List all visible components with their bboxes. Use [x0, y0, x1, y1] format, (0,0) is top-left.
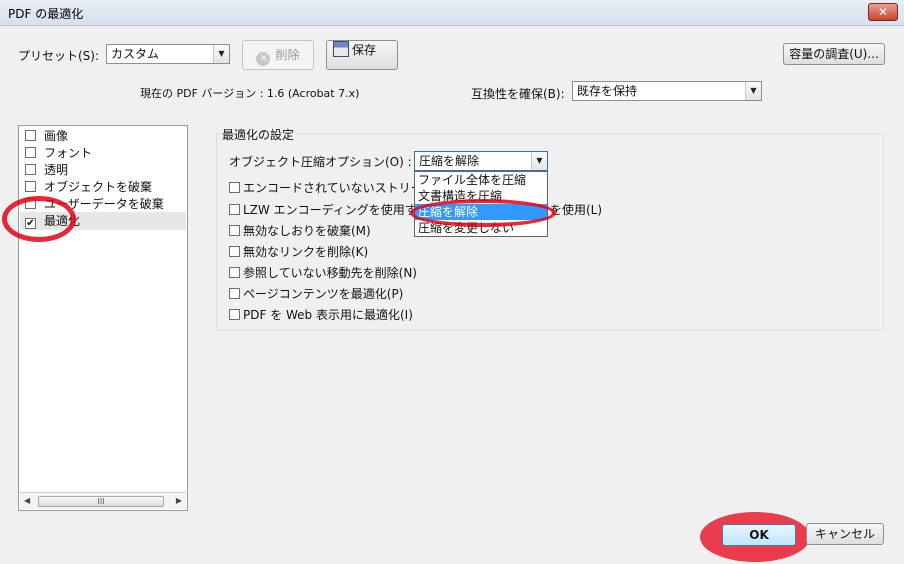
chevron-down-icon: ▼ [531, 152, 547, 170]
ok-button[interactable]: OK [722, 524, 796, 546]
option-use-lzw-encoding[interactable]: LZW エンコーディングを使用す [229, 202, 417, 218]
option-optimize-page-content[interactable]: ページコンテンツを最適化(P) [229, 286, 403, 302]
option-remove-unreferenced-destinations[interactable]: 参照していない移動先を削除(N) [229, 265, 417, 281]
save-button[interactable]: 保存 [326, 40, 398, 70]
option-label: 参照していない移動先を削除(N) [243, 266, 417, 280]
checkbox[interactable] [25, 181, 36, 192]
compatibility-label: 互換性を確保(B): [471, 87, 565, 101]
dropdown-option-compress-entire-file[interactable]: ファイル全体を圧縮 [415, 172, 547, 188]
category-item-images[interactable]: 画像 [25, 128, 68, 144]
checkbox[interactable] [229, 225, 240, 236]
delete-button[interactable]: ✕ 削除 [242, 40, 314, 70]
checkbox[interactable] [229, 267, 240, 278]
current-version-text: 現在の PDF バージョン : 1.6 (Acrobat 7.x) [140, 87, 360, 100]
category-label: フォント [44, 146, 93, 160]
checkbox[interactable] [229, 309, 240, 320]
option-discard-invalid-bookmarks[interactable]: 無効なしおりを破棄(M) [229, 223, 371, 239]
checkbox[interactable] [229, 204, 240, 215]
horizontal-scrollbar[interactable]: ◀ III ▶ [20, 492, 186, 509]
category-item-fonts[interactable]: フォント [25, 145, 92, 161]
option-label: 無効なしおりを破棄(M) [243, 224, 371, 238]
floppy-disk-icon [333, 41, 349, 57]
checkbox[interactable] [25, 130, 36, 141]
option-label: PDF を Web 表示用に最適化(I) [243, 308, 413, 322]
cancel-button[interactable]: キャンセル [806, 523, 884, 545]
annotation-circle-dropdown [410, 199, 556, 227]
option-label: LZW エンコーディングを使用す [243, 203, 417, 217]
checkbox[interactable] [229, 182, 240, 193]
preset-value: カスタム [111, 47, 160, 61]
option-label: ページコンテンツを最適化(P) [243, 287, 404, 301]
option-fast-web-view[interactable]: PDF を Web 表示用に最適化(I) [229, 307, 413, 323]
chevron-down-icon: ▼ [745, 82, 761, 100]
delete-icon: ✕ [256, 52, 271, 66]
scroll-right-icon[interactable]: ▶ [176, 496, 182, 505]
option-remove-invalid-links[interactable]: 無効なリンクを削除(K) [229, 244, 368, 260]
category-label: 画像 [44, 129, 69, 143]
checkbox[interactable] [229, 246, 240, 257]
capacity-check-button[interactable]: 容量の調査(U)... [783, 43, 885, 65]
category-label: 透明 [44, 163, 69, 177]
checkbox[interactable] [25, 147, 36, 158]
settings-group-title: 最適化の設定 [220, 126, 297, 143]
scroll-left-icon[interactable]: ◀ [24, 496, 30, 505]
compatibility-select[interactable]: 既存を保持 ▼ [572, 81, 762, 101]
compression-label: オブジェクト圧縮オプション(O) : [229, 155, 412, 169]
compression-value: 圧縮を解除 [419, 154, 480, 168]
delete-label: 削除 [275, 48, 300, 62]
window-title: PDF の最適化 [8, 7, 84, 21]
title-bar: PDF の最適化 ✕ [0, 0, 904, 26]
close-button[interactable]: ✕ [868, 3, 898, 21]
preset-select[interactable]: カスタム ▼ [106, 44, 230, 64]
category-item-transparency[interactable]: 透明 [25, 162, 68, 178]
category-label: オブジェクトを破棄 [44, 180, 153, 194]
annotation-circle-left [2, 196, 76, 242]
category-item-discard-objects[interactable]: オブジェクトを破棄 [25, 179, 152, 195]
chevron-down-icon: ▼ [213, 45, 229, 63]
compression-select[interactable]: 圧縮を解除 ▼ [414, 151, 548, 171]
option-lzw-suffix: を使用(L) [550, 203, 603, 217]
scroll-thumb[interactable]: III [38, 496, 164, 507]
checkbox[interactable] [25, 164, 36, 175]
checkbox[interactable] [229, 288, 240, 299]
compatibility-value: 既存を保持 [577, 84, 638, 98]
preset-label: プリセット(S): [18, 49, 100, 63]
save-label: 保存 [352, 43, 377, 57]
option-label: 無効なリンクを削除(K) [243, 245, 369, 259]
category-list: 画像 フォント 透明 オブジェクトを破棄 ユーザーデータを破棄 ✔ 最適化 ◀ I… [18, 125, 188, 511]
